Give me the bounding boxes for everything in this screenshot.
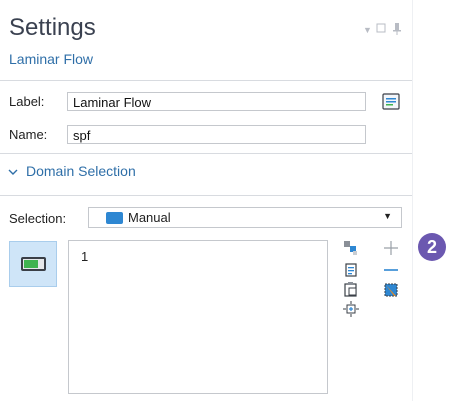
remove-icon[interactable]	[383, 262, 399, 278]
section-title: Domain Selection	[26, 163, 136, 179]
show-in-list-icon[interactable]	[381, 92, 401, 112]
divider	[0, 195, 412, 196]
panel-subtitle: Laminar Flow	[9, 51, 94, 67]
divider	[0, 153, 412, 154]
domain-selection-header[interactable]: Domain Selection	[8, 163, 136, 179]
settings-panel: Settings Laminar Flow ▼ Label: Laminar F…	[0, 0, 413, 401]
add-icon[interactable]	[383, 240, 399, 256]
list-item[interactable]: 1	[81, 249, 88, 264]
selection-caption: Selection:	[9, 211, 67, 226]
minimize-icon[interactable]: ▼	[363, 25, 372, 35]
selection-dropdown[interactable]: Manual ▼	[88, 207, 402, 228]
domain-toggle-icon	[21, 257, 46, 271]
divider	[0, 80, 412, 81]
selection-list[interactable]: 1	[68, 240, 328, 394]
manual-swatch-icon	[106, 212, 123, 224]
label-field[interactable]: Laminar Flow	[67, 92, 366, 111]
panel-title: Settings	[9, 14, 96, 41]
pin-icon[interactable]	[392, 23, 402, 37]
clear-selection-icon[interactable]	[383, 282, 399, 298]
zoom-to-selection-icon[interactable]	[343, 301, 359, 317]
chevron-down-icon	[8, 165, 26, 179]
show-in-graphics-icon[interactable]	[343, 240, 359, 256]
name-caption: Name:	[9, 127, 48, 142]
maximize-icon[interactable]	[376, 23, 386, 35]
domain-toggle-button[interactable]	[9, 241, 57, 287]
paste-selection-icon[interactable]	[343, 281, 359, 297]
copy-selection-icon[interactable]	[343, 262, 359, 278]
name-field[interactable]: spf	[67, 125, 366, 144]
step-number-badge: 2	[418, 233, 446, 261]
selection-value: Manual	[128, 210, 171, 225]
label-caption: Label:	[9, 94, 45, 109]
dropdown-arrow-icon: ▼	[383, 211, 392, 221]
